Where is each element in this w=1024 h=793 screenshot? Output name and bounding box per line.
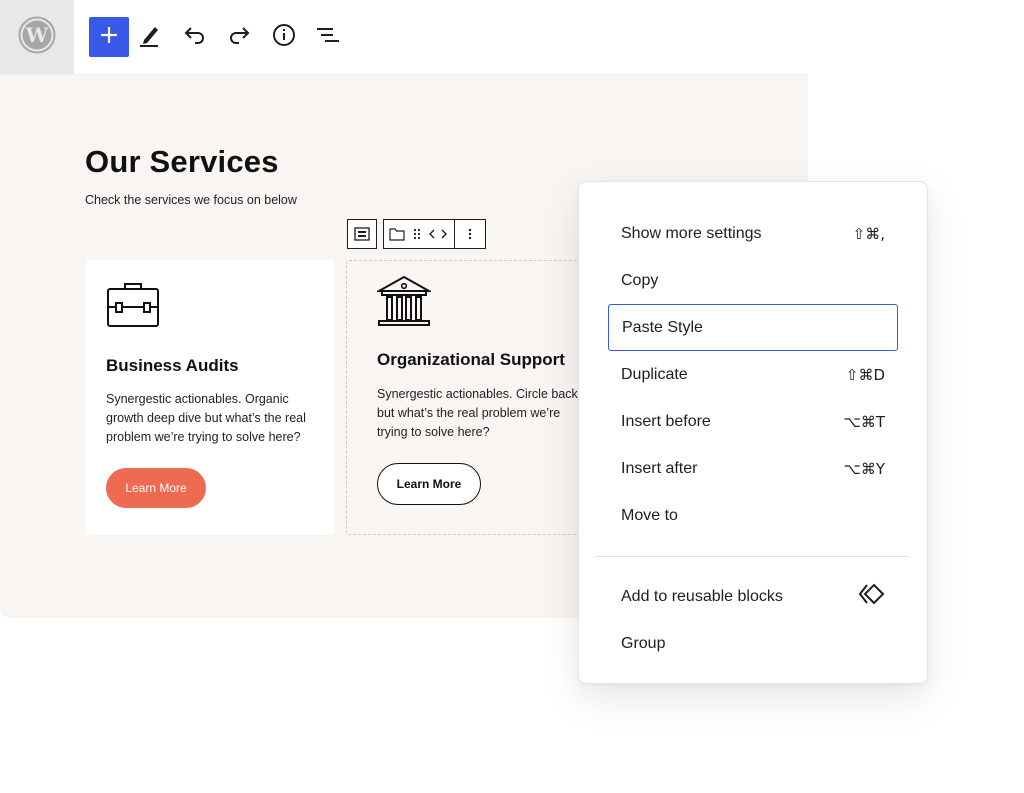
service-card[interactable]: Business Audits Synergestic actionables.… [86,260,334,535]
menu-item-shortcut: ⇧⌘D [845,365,885,384]
menu-divider [597,556,907,557]
svg-text:W: W [25,23,49,47]
menu-item-move-to[interactable]: Move to [608,492,898,539]
more-options-icon [455,220,485,248]
list-view-icon [316,25,340,50]
menu-item-copy[interactable]: Copy [608,257,898,304]
undo-icon [183,25,207,50]
page-subtitle: Check the services we focus on below [85,193,297,207]
menu-item-show-more-settings[interactable]: Show more settings ⇧⌘, [608,210,898,257]
learn-more-button[interactable]: Learn More [377,463,481,505]
bank-building-icon [375,275,433,332]
menu-item-label: Group [621,634,666,652]
move-arrows-icon[interactable] [424,220,452,248]
briefcase-icon [106,280,160,335]
block-toolbar [347,219,486,249]
menu-item-label: Duplicate [621,365,688,383]
menu-item-label: Insert before [621,412,711,430]
menu-item-group[interactable]: Group [608,620,898,667]
menu-item-duplicate[interactable]: Duplicate ⇧⌘D [608,351,898,398]
wordpress-logo-icon: W [18,16,56,59]
page-title: Our Services [85,144,279,179]
tools-button[interactable] [130,17,170,57]
block-type-icon [348,220,376,248]
menu-item-insert-after[interactable]: Insert after ⌥⌘Y [608,445,898,492]
menu-item-label: Copy [621,271,659,289]
redo-button[interactable] [219,17,259,57]
add-block-button[interactable] [89,17,129,57]
card-text: Synergestic actionables. Organic growth … [106,392,306,444]
redo-icon [227,25,251,50]
service-card-selected[interactable]: Organizational Support Synergestic actio… [346,260,606,535]
plus-icon [99,25,119,50]
reusable-block-icon [858,583,885,610]
list-view-button[interactable] [308,17,348,57]
folder-icon[interactable] [384,220,410,248]
info-icon [272,23,296,52]
menu-item-label: Add to reusable blocks [621,587,783,605]
menu-item-shortcut: ⌥⌘Y [843,459,885,478]
drag-handle-icon[interactable] [410,220,424,248]
wordpress-logo-button[interactable]: W [0,0,74,74]
menu-item-label: Paste Style [622,318,703,336]
card-title: Business Audits [106,356,239,375]
details-button[interactable] [264,17,304,57]
menu-item-insert-before[interactable]: Insert before ⌥⌘T [608,398,898,445]
card-title: Organizational Support [377,350,565,369]
pencil-icon [138,22,162,53]
learn-more-button[interactable]: Learn More [106,468,206,508]
undo-button[interactable] [175,17,215,57]
menu-item-label: Show more settings [621,224,762,242]
menu-item-shortcut: ⇧⌘, [852,224,885,243]
block-options-menu: Show more settings ⇧⌘, Copy Paste Style … [578,181,928,684]
block-type-button[interactable] [347,219,377,249]
card-text: Synergestic actionables. Circle back but… [377,387,578,439]
menu-item-paste-style[interactable]: Paste Style [608,304,898,351]
menu-item-label: Insert after [621,459,698,477]
more-options-button[interactable] [455,219,486,249]
menu-item-add-to-reusable-blocks[interactable]: Add to reusable blocks [608,573,898,620]
menu-item-label: Move to [621,506,678,524]
block-controls-group [383,219,455,249]
top-toolbar: W [0,0,808,75]
menu-item-shortcut: ⌥⌘T [843,412,885,431]
